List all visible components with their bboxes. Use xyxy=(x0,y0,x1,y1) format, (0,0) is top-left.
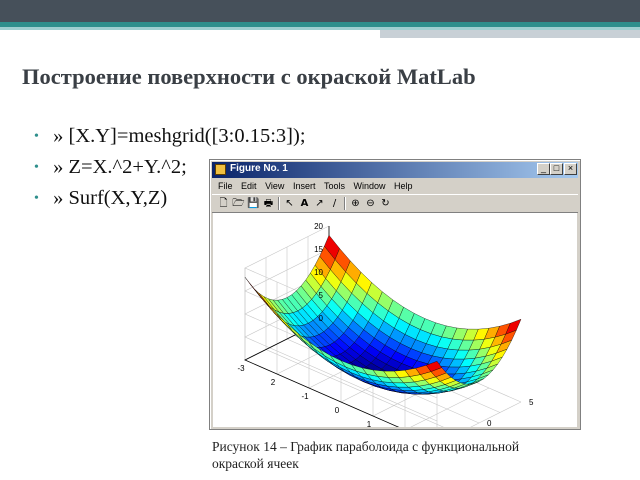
caption-line-2: окраской ячеек xyxy=(212,456,299,471)
top-band xyxy=(0,0,640,22)
window-titlebar[interactable]: Figure No. 1 _ □ × xyxy=(212,162,578,178)
menu-help[interactable]: Help xyxy=(394,179,413,193)
x-tick-label: -3 xyxy=(237,364,245,373)
menu-file[interactable]: File xyxy=(218,179,233,193)
open-icon[interactable]: 🗁 xyxy=(232,197,245,210)
window-title: Figure No. 1 xyxy=(230,163,288,174)
x-tick-label: 1 xyxy=(367,420,372,427)
line-arrow-icon[interactable]: ↗ xyxy=(313,197,326,210)
menu-view[interactable]: View xyxy=(265,179,284,193)
menu-edit[interactable]: Edit xyxy=(241,179,257,193)
minimize-button[interactable]: _ xyxy=(537,163,550,175)
z-tick-label: 15 xyxy=(314,245,323,254)
bullet-marker: • xyxy=(34,129,39,144)
menu-tools[interactable]: Tools xyxy=(324,179,345,193)
surface-plot: 20151050-32-1012350-5 xyxy=(237,222,534,457)
y-tick-label: 0 xyxy=(487,419,492,427)
save-icon[interactable]: 💾 xyxy=(247,197,260,210)
z-tick-label: 20 xyxy=(314,222,323,231)
zoom-in-icon[interactable]: ⊕ xyxy=(349,197,362,210)
x-tick-label: 2 xyxy=(271,378,276,387)
zoom-out-icon[interactable]: ⊖ xyxy=(364,197,377,210)
bullet-text: » Surf(X,Y,Z) xyxy=(53,187,168,209)
bullet-item: • » [X.Y]=meshgrid([3:0.15:3]); xyxy=(34,122,306,153)
arrow-icon[interactable]: ↖ xyxy=(283,197,296,210)
caption-line-1: Рисунок 14 – График параболоида с функци… xyxy=(212,439,520,454)
toolbar-separator xyxy=(344,197,346,210)
top-stripe-gray xyxy=(380,30,640,38)
menu-bar: File Edit View Insert Tools Window Help xyxy=(212,179,578,193)
z-tick-label: 10 xyxy=(314,268,323,277)
menu-window[interactable]: Window xyxy=(354,179,386,193)
text-icon[interactable]: A xyxy=(298,197,311,210)
line-icon[interactable]: / xyxy=(328,197,341,210)
maximize-button[interactable]: □ xyxy=(550,163,563,175)
toolbar-separator xyxy=(278,197,280,210)
figure-window[interactable]: Figure No. 1 _ □ × File Edit View Insert… xyxy=(209,159,581,457)
rotate-icon[interactable]: ↻ xyxy=(379,197,392,210)
new-icon[interactable]: 🗋 xyxy=(217,197,230,210)
z-tick-label: 0 xyxy=(319,314,324,323)
z-tick-label: 5 xyxy=(319,291,324,300)
close-button[interactable]: × xyxy=(564,163,577,175)
bullet-marker: • xyxy=(34,160,39,175)
bullet-text: » Z=X.^2+Y.^2; xyxy=(53,156,187,178)
slide-title: Построение поверхности с окраской MatLab xyxy=(22,64,476,89)
bullet-marker: • xyxy=(34,191,39,206)
x-tick-label: 0 xyxy=(335,406,340,415)
menu-insert[interactable]: Insert xyxy=(293,179,316,193)
bullet-text: » [X.Y]=meshgrid([3:0.15:3]); xyxy=(53,125,306,147)
print-icon[interactable]: 🖶 xyxy=(262,197,275,210)
plot-area[interactable]: 20151050-32-1012350-5 xyxy=(213,213,577,457)
toolbar: 🗋 🗁 💾 🖶 ↖ A ↗ / ⊕ ⊖ ↻ xyxy=(212,194,578,213)
y-tick-label: 5 xyxy=(529,398,534,407)
figure-caption: Рисунок 14 – График параболоида с функци… xyxy=(212,438,632,472)
matlab-app-icon xyxy=(215,164,226,175)
x-tick-label: -1 xyxy=(301,392,309,401)
